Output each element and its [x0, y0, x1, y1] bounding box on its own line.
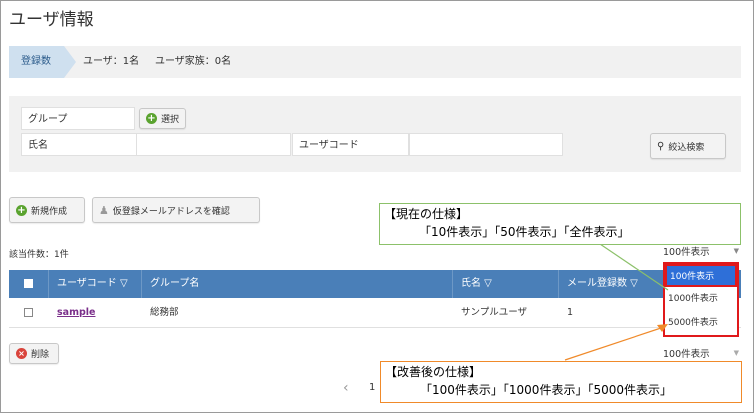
delete-button[interactable]: × 削除 — [9, 343, 59, 364]
search-panel: グループ + 選択 氏名 ユーザコード ⚲ 絞込検索 — [9, 96, 741, 172]
page-number[interactable]: 1 — [369, 382, 375, 393]
name-label: 氏名 — [21, 133, 137, 156]
option-5000[interactable]: 5000件表示 — [665, 312, 737, 335]
summary-tab-arrow — [64, 46, 76, 78]
name-input[interactable] — [136, 133, 291, 156]
summary-users: ユーザ：1名 — [83, 56, 140, 67]
col-user-code[interactable]: ユーザコード ▽ — [49, 270, 142, 298]
cell-name: サンプルユーザ — [461, 307, 528, 318]
summary-family: ユーザ家族：0名 — [155, 56, 232, 67]
delete-button-label: 削除 — [31, 350, 50, 360]
prev-page-icon[interactable]: ‹ — [343, 380, 349, 396]
plus-circle-icon: + — [16, 204, 27, 216]
table-header: ユーザコード ▽ グループ名 氏名 ▽ メール登録数 ▽ — [9, 270, 741, 298]
confirm-mail-label: 仮登録メールアドレスを確認 — [112, 206, 230, 217]
improved-spec-connector — [564, 326, 665, 361]
new-button[interactable]: + 新規作成 — [9, 197, 85, 223]
page-title: ユーザ情報 — [9, 10, 94, 30]
cell-group: 総務部 — [150, 307, 179, 318]
search-icon: ⚲ — [657, 140, 665, 152]
user-code-link[interactable]: sample — [57, 307, 95, 318]
improved-spec-body: 「100件表示」「1000件表示」「5000件表示」 — [420, 383, 672, 397]
current-spec-title: 【現在の仕様】 — [384, 207, 469, 221]
page-size-current: 100件表示 — [663, 247, 710, 258]
improved-spec-callout: 【改善後の仕様】 「100件表示」「1000件表示」「5000件表示」 — [380, 361, 742, 403]
page-size-bottom-value: 100件表示 — [663, 349, 710, 360]
col-mail-count[interactable]: メール登録数 ▽ — [559, 270, 669, 298]
col-name[interactable]: 氏名 ▽ — [453, 270, 559, 298]
filter-search-button[interactable]: ⚲ 絞込検索 — [650, 133, 726, 159]
chevron-down-icon: ▼ — [733, 247, 739, 255]
option-100[interactable]: 100件表示 — [665, 264, 737, 287]
filter-search-label: 絞込検索 — [668, 142, 705, 153]
user-code-input[interactable] — [409, 133, 563, 156]
summary-bar: 登録数 ユーザ：1名 ユーザ家族：0名 — [9, 46, 741, 78]
option-1000[interactable]: 1000件表示 — [665, 288, 737, 311]
current-spec-callout: 【現在の仕様】 「10件表示」「50件表示」「全件表示」 — [379, 203, 741, 245]
confirm-mail-button[interactable]: ♟ 仮登録メールアドレスを確認 — [92, 197, 260, 223]
user-icon: ♟ — [99, 203, 109, 217]
user-code-label: ユーザコード — [292, 133, 409, 156]
summary-tab-label: 登録数 — [9, 46, 64, 78]
table-row: sample 総務部 サンプルユーザ 1 — [9, 298, 741, 328]
group-select-label: 選択 — [161, 115, 180, 125]
result-count: 該当件数：1件 — [9, 250, 69, 260]
cell-mail-count: 1 — [567, 307, 574, 318]
row-checkbox[interactable] — [24, 308, 33, 317]
col-group: グループ名 — [142, 270, 453, 298]
group-label: グループ — [21, 107, 135, 130]
improved-spec-title: 【改善後の仕様】 — [385, 365, 482, 379]
group-select-button[interactable]: + 選択 — [139, 108, 187, 129]
close-circle-icon: × — [16, 348, 27, 359]
page-size-dropdown: 100件表示 1000件表示 5000件表示 — [663, 262, 739, 337]
cell-user-code: sample — [49, 298, 142, 328]
current-spec-body: 「10件表示」「50件表示」「全件表示」 — [419, 225, 630, 239]
chevron-down-icon: ▼ — [733, 349, 739, 357]
select-all-cell — [9, 270, 49, 298]
select-all-checkbox[interactable] — [24, 279, 33, 288]
new-button-label: 新規作成 — [31, 206, 68, 217]
page-size-select-bottom[interactable]: 100件表示 ▼ — [663, 345, 739, 361]
plus-circle-icon: + — [146, 113, 157, 124]
